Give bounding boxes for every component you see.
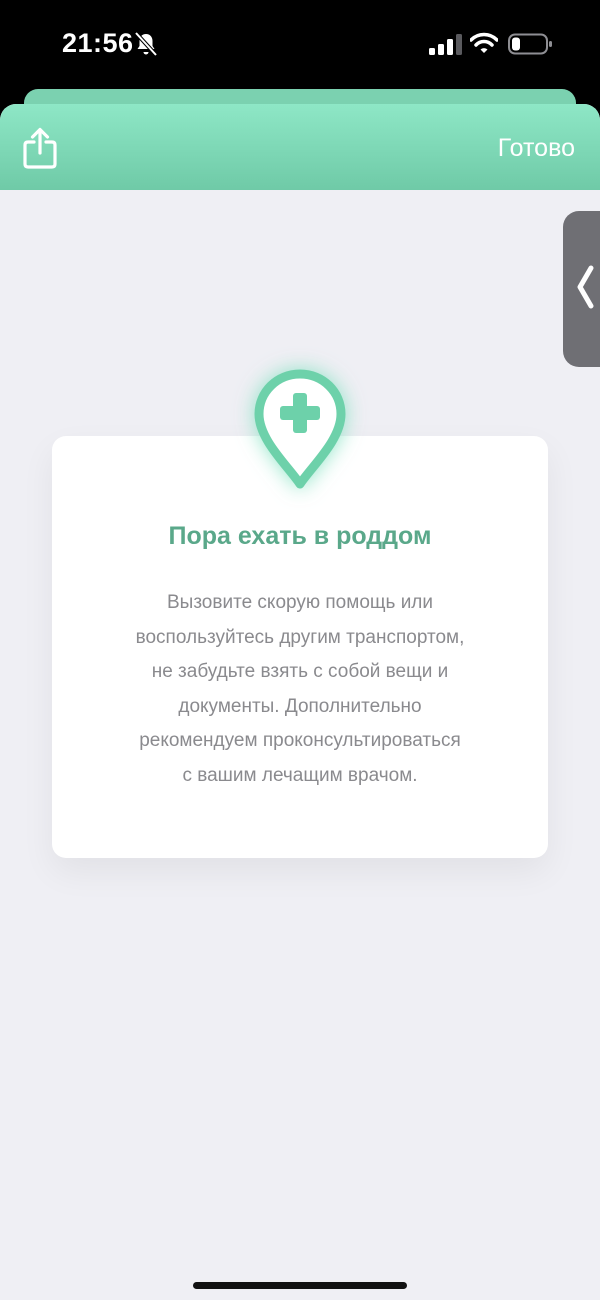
side-drawer-handle[interactable] xyxy=(563,211,600,367)
card-text-line: с вашим лечащим врачом. xyxy=(182,764,418,786)
sheet-header: Готово xyxy=(0,104,600,190)
share-icon[interactable] xyxy=(20,126,60,170)
card-text-line: рекомендуем проконсультироваться xyxy=(139,730,461,751)
modal-sheet: Готово Пора ехать в роддом Вызовите скор… xyxy=(0,104,600,1300)
home-indicator[interactable] xyxy=(193,1282,407,1289)
signal-icon xyxy=(429,34,462,55)
map-pin-plus-icon xyxy=(254,369,346,489)
card-text-line: не забудьте взять с собой вещи и xyxy=(151,661,449,682)
battery-icon xyxy=(508,33,552,55)
bell-slash-icon xyxy=(134,31,158,57)
done-button[interactable]: Готово xyxy=(498,134,575,163)
card-title: Пора ехать в роддом xyxy=(168,522,432,550)
card-text-line: документы. Дополнительно xyxy=(178,695,422,717)
card-text-line: Вызовите скорую помощь или xyxy=(166,592,434,613)
card-text: Вызовите скорую помощь или воспользуйтес… xyxy=(92,586,508,793)
card-text-line: воспользуйтесь другим транспортом, xyxy=(135,626,465,648)
chevron-left-icon xyxy=(577,265,594,309)
status-time: 21:56 xyxy=(62,28,134,58)
status-bar: 21:56 xyxy=(0,0,600,95)
notification-card: Пора ехать в роддом Вызовите скорую помо… xyxy=(52,436,548,858)
wifi-icon xyxy=(470,32,498,53)
